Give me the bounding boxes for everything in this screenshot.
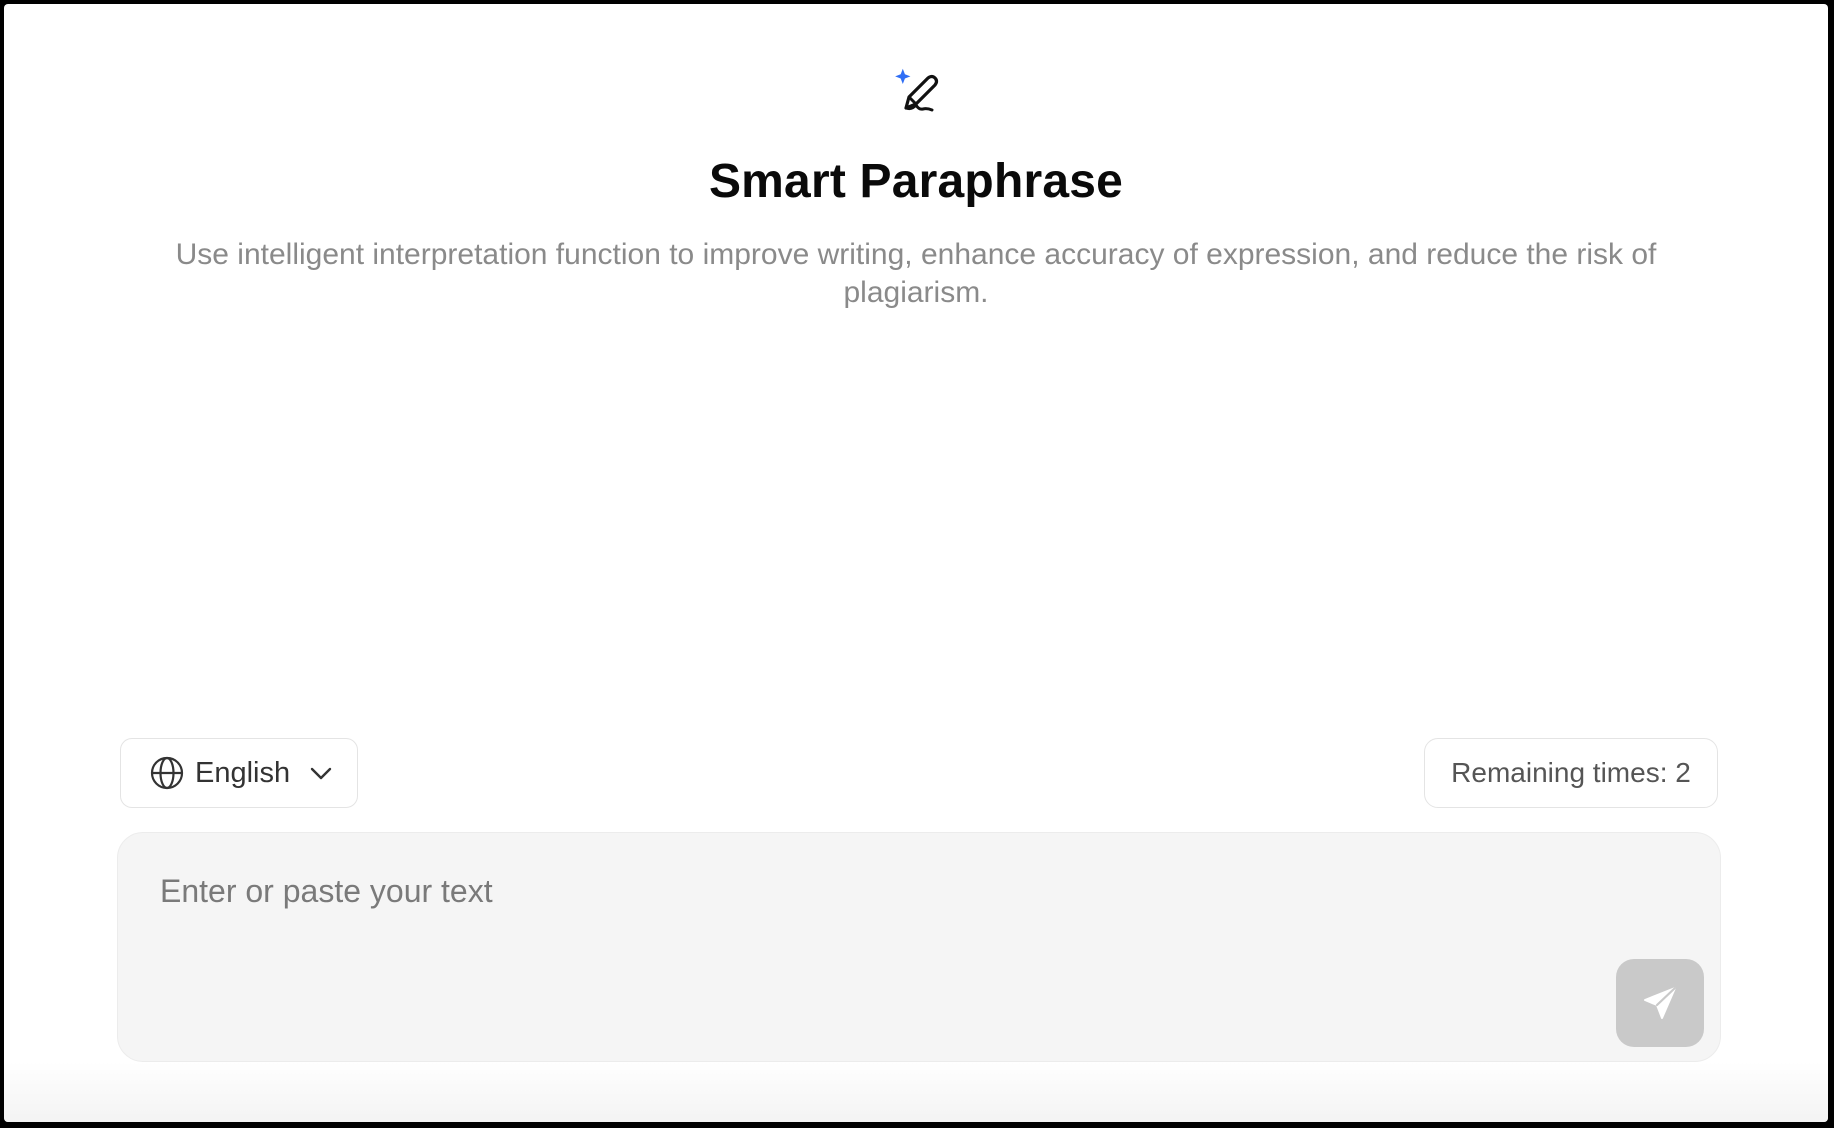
remaining-times-badge: Remaining times: 2 — [1424, 738, 1718, 808]
bottom-fade — [4, 1062, 1828, 1122]
page-title: Smart Paraphrase — [708, 155, 1124, 208]
paper-plane-icon — [1640, 983, 1680, 1023]
language-select[interactable]: English — [120, 738, 358, 808]
language-select-label: English — [195, 756, 291, 789]
page-subtitle: Use intelligent interpretation function … — [175, 238, 1657, 309]
sparkle-pen-signature-icon — [892, 64, 948, 120]
composer-box — [117, 832, 1721, 1062]
send-button[interactable] — [1616, 959, 1704, 1047]
globe-icon — [149, 755, 185, 791]
text-input[interactable] — [160, 873, 1540, 1023]
chevron-down-icon — [308, 760, 334, 786]
app-window: Smart Paraphrase Use intelligent interpr… — [4, 4, 1828, 1122]
